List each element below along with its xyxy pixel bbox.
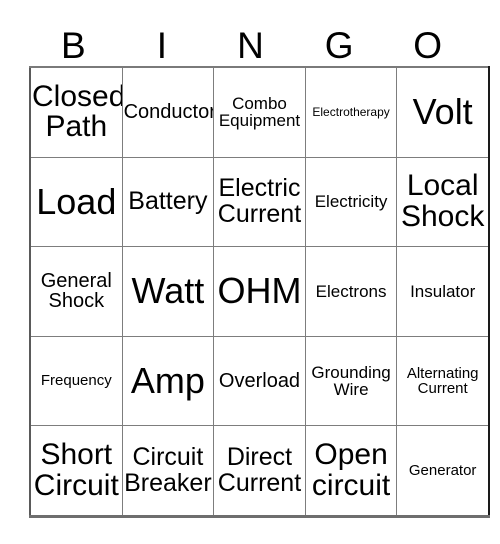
bingo-cell-r5c3[interactable]: Direct Current [213,425,306,517]
bingo-cell-label: Amp [130,359,205,401]
bingo-cell-r5c5[interactable]: Generator [396,425,490,517]
bingo-cell-label: Conductor [123,101,214,124]
bingo-cell-r3c5[interactable]: Insulator [396,246,490,337]
bingo-row: General Shock Watt OHM Electrons Insulator [29,246,490,337]
bingo-cell-r1c4[interactable]: Electrotherapy [304,66,398,158]
bingo-cell-r5c4[interactable]: Open circuit [304,425,398,517]
bingo-cell-r4c4[interactable]: Grounding Wire [304,335,398,427]
bingo-row: Closed Path Conductor Combo Equipment Elect… [29,66,490,158]
bingo-row: Short Circuit Circuit Breaker Direct Curre… [29,425,490,517]
bingo-cell-label: Circuit Breaker [124,443,212,497]
bingo-cell-label: Watt [131,270,205,312]
bingo-header-letter-b: B [60,25,86,66]
bingo-header-letter-n: N [237,25,264,66]
bingo-cell-label: Closed Path [32,79,123,144]
bingo-cell-r2c1[interactable]: Load [29,156,123,248]
bingo-cell-label: Open circuit [311,438,391,502]
bingo-cell-r3c3[interactable]: OHM [213,246,306,337]
bingo-cell-label: Alternating Current [406,364,479,398]
bingo-header: BINGO [29,8,472,66]
bingo-header-letter-i: I [156,25,168,66]
bingo-cell-r2c3[interactable]: Electric Current [213,156,306,248]
bingo-cell-label: Electrotherapy [312,105,390,120]
bingo-cell-label: Electrons [315,281,387,301]
bingo-cell-label: Grounding Wire [311,362,391,400]
bingo-cell-r4c1[interactable]: Frequency [29,335,123,427]
bingo-cell-r3c4[interactable]: Electrons [304,246,398,337]
bingo-cell-r4c2[interactable]: Amp [121,335,215,427]
bingo-cell-r5c1[interactable]: Short Circuit [29,425,123,517]
bingo-cell-label: General Shock [40,270,112,313]
bingo-cell-label: Generator [408,462,477,480]
bingo-cell-r2c2[interactable]: Battery [121,156,215,248]
bingo-cell-r1c1[interactable]: Closed Path [29,66,123,158]
bingo-cell-label: Direct Current [217,443,302,497]
bingo-row: Load Battery Electric Current Electricity Lo… [29,156,490,248]
bingo-cell-r5c2[interactable]: Circuit Breaker [121,425,215,517]
bingo-cell-label: Volt [412,90,473,132]
bingo-cell-label: Load [36,180,117,222]
bingo-cell-r4c5[interactable]: Alternating Current [396,335,490,427]
bingo-cell-label: Insulator [410,281,476,301]
bingo-cell-label: Short Circuit [33,438,119,502]
bingo-cell-r1c3[interactable]: Combo Equipment [213,66,306,158]
bingo-header-letter-g: G [324,25,354,66]
bingo-cell-label: OHM [217,270,302,312]
bingo-cell-r1c5[interactable]: Volt [396,66,490,158]
bingo-cell-r4c3[interactable]: Overload [213,335,306,427]
bingo-cell-label: Battery [128,187,208,216]
bingo-cell-r2c5[interactable]: Local Shock [396,156,490,248]
bingo-cell-label: Local Shock [400,169,485,233]
bingo-header-letter-o: O [413,25,443,66]
bingo-cell-r1c2[interactable]: Conductor [121,66,215,158]
bingo-cell-label: Frequency [40,372,112,390]
bingo-row: Frequency Amp Overload Grounding Wire Altern… [29,335,490,427]
bingo-cell-label: Overload [218,369,301,392]
bingo-cell-label: Combo Equipment [218,93,301,131]
bingo-cell-label: Electricity [314,192,388,212]
bingo-card: B I N G O Closed Path Conductor Combo Equipmen… [29,8,490,518]
bingo-cell-label: Electric Current [217,174,302,228]
bingo-cell-r2c4[interactable]: Electricity [304,156,398,248]
bingo-cell-r3c1[interactable]: General Shock [29,246,123,337]
bingo-grid-body: Closed Path Conductor Combo Equipment Elect… [29,66,490,517]
bingo-grid: Closed Path Conductor Combo Equipment Elect… [29,66,490,518]
bingo-cell-r3c2[interactable]: Watt [121,246,215,337]
